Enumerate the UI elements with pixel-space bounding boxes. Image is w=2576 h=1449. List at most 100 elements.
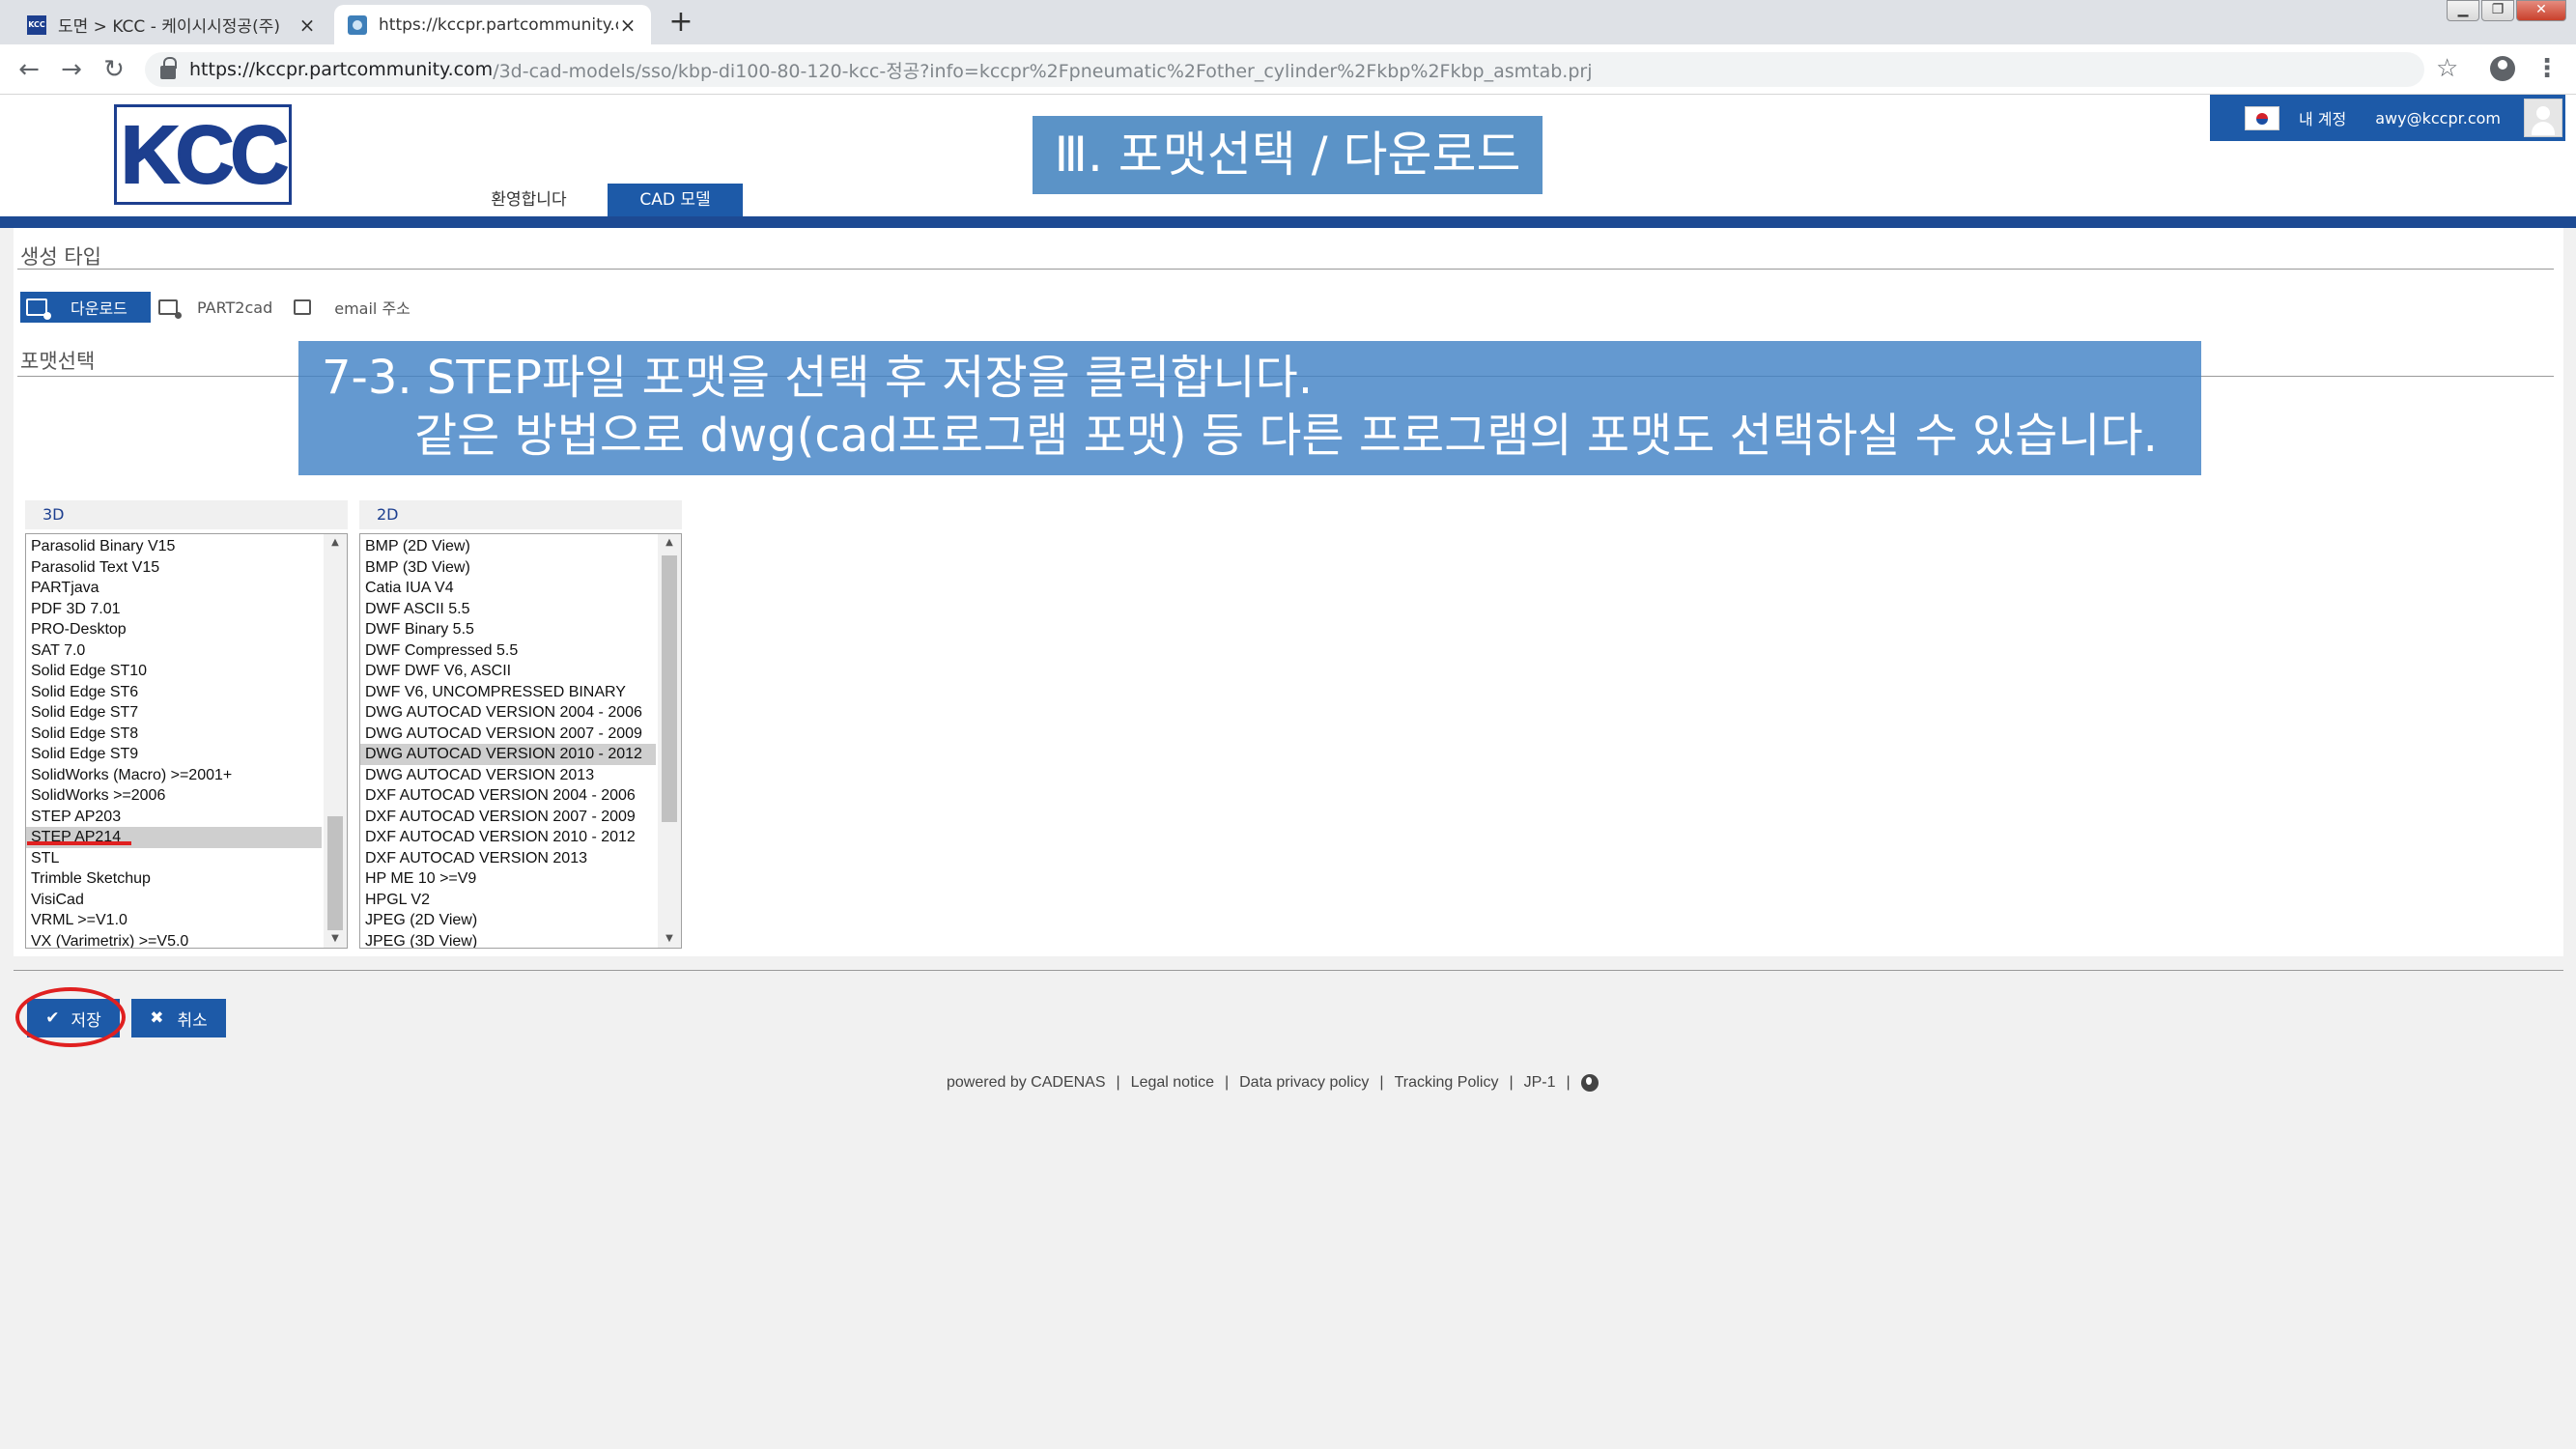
list-item[interactable]: PARTjava bbox=[26, 578, 322, 599]
format-list-2d[interactable]: BMP (2D View) BMP (3D View) Catia IUA V4 DW… bbox=[359, 533, 682, 949]
footer-link-legal[interactable]: Legal notice bbox=[1131, 1074, 1214, 1092]
cancel-button[interactable]: ✖ 취소 bbox=[131, 999, 226, 1037]
globe-icon[interactable] bbox=[1580, 1074, 1599, 1092]
list-item[interactable]: SolidWorks (Macro) >=2001+ bbox=[26, 765, 322, 786]
list-item[interactable]: DXF AUTOCAD VERSION 2007 - 2009 bbox=[360, 807, 656, 828]
nav-tab-cad-model[interactable]: CAD 모델 bbox=[608, 184, 743, 216]
scroll-up-icon[interactable]: ▲ bbox=[324, 534, 347, 552]
nav-tab-welcome[interactable]: 환영합니다 bbox=[454, 184, 604, 216]
kcc-favicon-icon: KCC bbox=[27, 14, 46, 35]
list-item[interactable]: VX (Varimetrix) >=V5.0 bbox=[26, 931, 322, 949]
list-item[interactable]: DWF DWF V6, ASCII bbox=[360, 661, 656, 682]
profile-icon[interactable] bbox=[2490, 56, 2515, 81]
list-item[interactable]: PDF 3D 7.01 bbox=[26, 599, 322, 620]
list-item[interactable]: DWF Compressed 5.5 bbox=[360, 640, 656, 662]
list-item[interactable]: BMP (2D View) bbox=[360, 536, 656, 557]
footer-link-cadenas[interactable]: powered by CADENAS bbox=[947, 1074, 1106, 1092]
new-tab-button[interactable]: + bbox=[663, 8, 699, 39]
forward-arrow-icon[interactable]: → bbox=[56, 54, 87, 85]
list-item[interactable]: PRO-Desktop bbox=[26, 619, 322, 640]
format-select-label: 포맷선택 bbox=[20, 350, 96, 373]
scroll-thumb[interactable] bbox=[327, 816, 343, 930]
list-item[interactable]: STL bbox=[26, 848, 322, 869]
scroll-thumb[interactable] bbox=[662, 555, 677, 822]
generation-type-label: 생성 타입 bbox=[20, 245, 101, 269]
user-email[interactable]: awy@kccpr.com bbox=[2375, 109, 2501, 128]
browser-tab-kcc[interactable]: KCC 도면 > KCC - 케이시시정공(주) × bbox=[14, 5, 330, 44]
list-item[interactable]: DWF V6, UNCOMPRESSED BINARY bbox=[360, 682, 656, 703]
list-item[interactable]: JPEG (3D View) bbox=[360, 931, 656, 949]
save-button[interactable]: ✔ 저장 bbox=[27, 999, 120, 1037]
footer-separator: | bbox=[1379, 1074, 1384, 1091]
download-type-button[interactable]: 다운로드 bbox=[20, 292, 151, 323]
user-bar: 내 계정 awy@kccpr.com bbox=[2210, 95, 2565, 141]
list-item[interactable]: DXF AUTOCAD VERSION 2004 - 2006 bbox=[360, 785, 656, 807]
footer-link-tracking[interactable]: Tracking Policy bbox=[1395, 1074, 1499, 1092]
overlay-line-1: 7-3. STEP파일 포맷을 선택 후 저장을 클릭합니다. bbox=[322, 351, 1314, 405]
list-item[interactable]: DXF AUTOCAD VERSION 2013 bbox=[360, 848, 656, 869]
list-item[interactable]: SAT 7.0 bbox=[26, 640, 322, 662]
tutorial-overlay: 7-3. STEP파일 포맷을 선택 후 저장을 클릭합니다. 같은 방법으로 … bbox=[298, 341, 2201, 475]
scrollbar[interactable]: ▲ ▼ bbox=[658, 534, 681, 948]
list-item[interactable]: BMP (3D View) bbox=[360, 557, 656, 579]
list-item[interactable]: SolidWorks >=2006 bbox=[26, 785, 322, 807]
format-list-3d[interactable]: Parasolid Binary V15 Parasolid Text V15 PA… bbox=[25, 533, 348, 949]
tab-title: 도면 > KCC - 케이시시정공(주) bbox=[58, 17, 280, 37]
list-item[interactable]: VisiCad bbox=[26, 890, 322, 911]
list-item[interactable]: DWG AUTOCAD VERSION 2004 - 2006 bbox=[360, 702, 656, 724]
list-item[interactable]: Solid Edge ST8 bbox=[26, 724, 322, 745]
list-item[interactable]: Solid Edge ST7 bbox=[26, 702, 322, 724]
url-input[interactable]: https://kccpr.partcommunity.com /3d-cad-… bbox=[145, 52, 2424, 87]
scroll-down-icon[interactable]: ▼ bbox=[658, 930, 681, 948]
reload-icon[interactable]: ↻ bbox=[99, 54, 129, 85]
footer-link-privacy[interactable]: Data privacy policy bbox=[1239, 1074, 1369, 1092]
list-header-3d: 3D bbox=[25, 500, 348, 529]
footer-link-jp1[interactable]: JP-1 bbox=[1524, 1074, 1556, 1092]
window-close-icon[interactable]: ✕ bbox=[2516, 0, 2566, 21]
part2cad-option[interactable]: PART2cad bbox=[197, 298, 272, 317]
scrollbar[interactable]: ▲ ▼ bbox=[324, 534, 347, 948]
footer-separator: | bbox=[1566, 1074, 1571, 1091]
web-page: KCC 환영합니다 CAD 모델 Ⅲ. 포맷선택 / 다운로드 내 계정 awy… bbox=[0, 95, 2576, 1449]
kcc-logo[interactable]: KCC bbox=[114, 104, 292, 205]
list-item[interactable]: Parasolid Text V15 bbox=[26, 557, 322, 579]
list-item[interactable]: DWG AUTOCAD VERSION 2013 bbox=[360, 765, 656, 786]
close-icon[interactable]: × bbox=[618, 14, 637, 37]
list-item[interactable]: JPEG (2D View) bbox=[360, 910, 656, 931]
scroll-down-icon[interactable]: ▼ bbox=[324, 930, 347, 948]
email-option[interactable]: email 주소 bbox=[334, 296, 410, 319]
back-arrow-icon[interactable]: ← bbox=[14, 54, 44, 85]
list-item[interactable]: STEP AP203 bbox=[26, 807, 322, 828]
footer-separator: | bbox=[1509, 1074, 1514, 1091]
list-item[interactable]: Solid Edge ST10 bbox=[26, 661, 322, 682]
my-account-link[interactable]: 내 계정 bbox=[2299, 106, 2346, 129]
list-item[interactable]: Solid Edge ST9 bbox=[26, 744, 322, 765]
list-item[interactable]: DWG AUTOCAD VERSION 2007 - 2009 bbox=[360, 724, 656, 745]
browser-tab-partcommunity[interactable]: https://kccpr.partcommunity.co × bbox=[334, 5, 651, 44]
list-item[interactable]: DXF AUTOCAD VERSION 2010 - 2012 bbox=[360, 827, 656, 848]
browser-tab-bar: KCC 도면 > KCC - 케이시시정공(주) × https://kccpr… bbox=[0, 0, 2576, 44]
avatar[interactable] bbox=[2524, 99, 2562, 137]
bookmark-star-icon[interactable]: ☆ bbox=[2436, 54, 2458, 83]
annotation-underline bbox=[27, 841, 131, 845]
list-item[interactable]: VRML >=V1.0 bbox=[26, 910, 322, 931]
partcommunity-favicon-icon bbox=[348, 14, 367, 35]
list-item[interactable]: DWF ASCII 5.5 bbox=[360, 599, 656, 620]
share-icon[interactable] bbox=[294, 299, 312, 315]
maximize-icon[interactable]: ❐ bbox=[2481, 0, 2514, 21]
list-item[interactable]: DWG AUTOCAD VERSION 2010 - 2012 bbox=[360, 744, 656, 765]
close-icon[interactable]: × bbox=[297, 14, 317, 37]
korea-flag-icon[interactable] bbox=[2245, 105, 2279, 130]
kebab-menu-icon[interactable]: ⋮ bbox=[2534, 54, 2560, 83]
header-divider bbox=[0, 216, 2576, 228]
list-item[interactable]: Solid Edge ST6 bbox=[26, 682, 322, 703]
minimize-icon[interactable]: ▁ bbox=[2447, 0, 2479, 21]
list-item[interactable]: HPGL V2 bbox=[360, 890, 656, 911]
list-item[interactable]: Catia IUA V4 bbox=[360, 578, 656, 599]
part2cad-icon[interactable] bbox=[158, 299, 182, 319]
list-item[interactable]: DWF Binary 5.5 bbox=[360, 619, 656, 640]
list-item[interactable]: Trimble Sketchup bbox=[26, 868, 322, 890]
list-item[interactable]: HP ME 10 >=V9 bbox=[360, 868, 656, 890]
list-item[interactable]: Parasolid Binary V15 bbox=[26, 536, 322, 557]
scroll-up-icon[interactable]: ▲ bbox=[658, 534, 681, 552]
